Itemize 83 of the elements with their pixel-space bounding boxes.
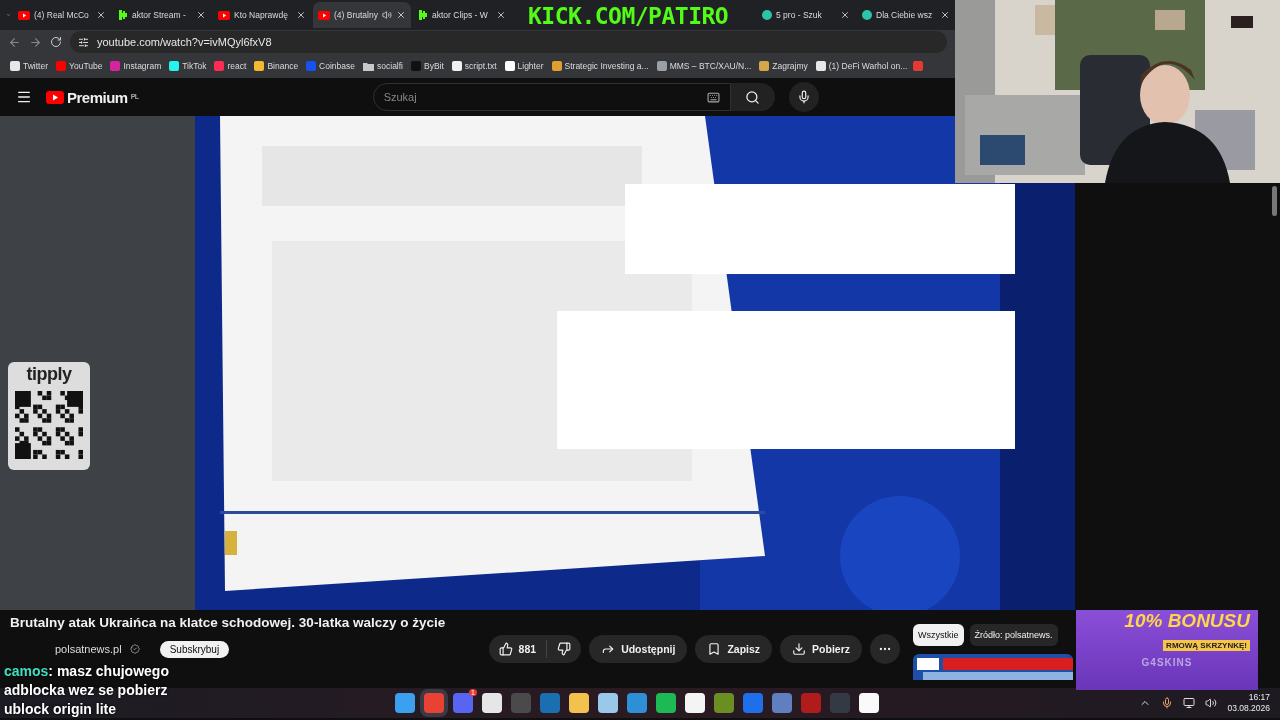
scrollbar-thumb[interactable] <box>1272 186 1277 216</box>
microphone-icon <box>796 90 811 104</box>
filter-chip[interactable]: Wszystkie <box>913 624 964 646</box>
thumbs-down-icon <box>557 642 572 656</box>
close-icon[interactable] <box>96 10 106 20</box>
site-icon <box>762 10 772 20</box>
bookmark[interactable]: script.txt <box>449 61 499 71</box>
stream-url-overlay: KICK.COM/PATIRO <box>528 3 729 29</box>
app-icon[interactable] <box>482 693 502 713</box>
search-button[interactable] <box>730 83 775 111</box>
browser-tab[interactable]: aktor Clips - W <box>413 2 511 28</box>
site-icon <box>862 10 872 20</box>
bookmark[interactable]: Lighter <box>502 61 546 71</box>
video-title: Brutalny atak Ukraińca na klatce schodowej. 30-latka walczy o życie <box>10 615 447 630</box>
youtube-icon <box>218 10 230 20</box>
subscribe-button[interactable]: Subskrybuj <box>159 640 230 658</box>
browser-tab[interactable]: 5 pro - Szuk <box>757 2 855 28</box>
app-icon[interactable] <box>743 693 763 713</box>
thumbs-up-icon <box>498 642 513 656</box>
site-info-icon[interactable] <box>78 36 89 48</box>
close-icon[interactable] <box>196 10 206 20</box>
search-icon <box>745 89 761 105</box>
bookmark[interactable]: Coinbase <box>304 61 358 71</box>
channel-name[interactable]: polsatnews.pl <box>55 643 122 655</box>
youtube-icon <box>318 10 330 20</box>
bookmark[interactable]: Strategic Investing a... <box>549 61 651 71</box>
bookmark[interactable]: YouTube <box>54 61 105 71</box>
filter-chip[interactable]: Źródło: polsatnews. <box>969 624 1058 646</box>
volume-icon[interactable] <box>1205 697 1218 709</box>
reload-icon[interactable] <box>50 36 62 48</box>
bookmark[interactable]: (1) DeFi Warhol on... <box>813 61 910 71</box>
bookmark-icon <box>707 642 722 656</box>
bookmark[interactable]: ByBit <box>409 61 446 71</box>
promo-brand: G4SKINS <box>1141 657 1193 668</box>
app-icon[interactable] <box>714 693 734 713</box>
app-icon[interactable] <box>772 693 792 713</box>
app-icon[interactable] <box>859 693 879 713</box>
app-icon[interactable] <box>656 693 676 713</box>
action-button[interactable]: Pobierz <box>780 635 862 663</box>
app-icon[interactable] <box>569 693 589 713</box>
promo-tagline: RMOWĄ SKRZYNKĘ! <box>1163 640 1250 651</box>
youtube-icon <box>18 10 30 20</box>
action-button[interactable]: Udostępnij <box>589 635 688 663</box>
menu-icon[interactable] <box>16 89 32 105</box>
app-icon[interactable] <box>598 693 618 713</box>
close-icon[interactable] <box>840 10 850 20</box>
share-arrow-icon <box>601 642 616 656</box>
bookmark[interactable]: react <box>212 61 249 71</box>
browser-tab[interactable]: Dla Ciebie wsz <box>857 2 955 28</box>
browser-tab[interactable]: aktor Stream - <box>113 2 211 28</box>
clock[interactable]: 16:17 03.08.2026 <box>1227 691 1270 715</box>
kick-icon <box>418 10 428 20</box>
close-icon[interactable] <box>940 10 950 20</box>
back-icon[interactable] <box>8 35 21 49</box>
keyboard-icon[interactable] <box>706 90 720 104</box>
app-icon[interactable] <box>395 693 415 713</box>
voice-search-button[interactable] <box>788 82 819 112</box>
promo-headline: 10% BONUSU <box>1124 610 1250 632</box>
bookmark[interactable]: socialfi <box>361 61 405 71</box>
bookmark[interactable]: Zagrajmy <box>757 61 810 71</box>
favicon-icon <box>913 61 924 71</box>
address-bar[interactable]: youtube.com/watch?v=ivMQyl6fxV8 <box>70 31 947 53</box>
tipply-logo: tipply <box>26 364 72 385</box>
download-icon <box>792 642 807 656</box>
app-icon[interactable] <box>685 693 705 713</box>
chat-message: camos: masz chujowego adblocka wez se pobierz ublock origin lite <box>4 662 170 719</box>
microphone-icon[interactable] <box>1161 697 1174 709</box>
close-icon[interactable] <box>396 10 406 20</box>
qr-code-icon <box>15 391 83 459</box>
close-icon[interactable] <box>296 10 306 20</box>
browser-tab[interactable]: (4) Brutalny <box>313 2 411 28</box>
bookmark[interactable]: Binance <box>252 61 301 71</box>
bookmark[interactable]: Twitter <box>8 61 51 71</box>
app-icon[interactable] <box>627 693 647 713</box>
forward-icon[interactable] <box>29 35 42 49</box>
action-button[interactable]: Zapisz <box>695 635 773 663</box>
kick-icon <box>118 10 128 20</box>
bookmark[interactable]: MMS – BTC/XAU/N... <box>654 61 754 71</box>
bookmark[interactable]: TikTok <box>167 61 209 71</box>
browser-tab[interactable]: (4) Real McCo <box>13 2 111 28</box>
close-icon[interactable] <box>496 10 506 20</box>
bookmark[interactable]: Instagram <box>108 61 164 71</box>
browser-tab[interactable]: Kto Naprawdę <box>213 2 311 28</box>
